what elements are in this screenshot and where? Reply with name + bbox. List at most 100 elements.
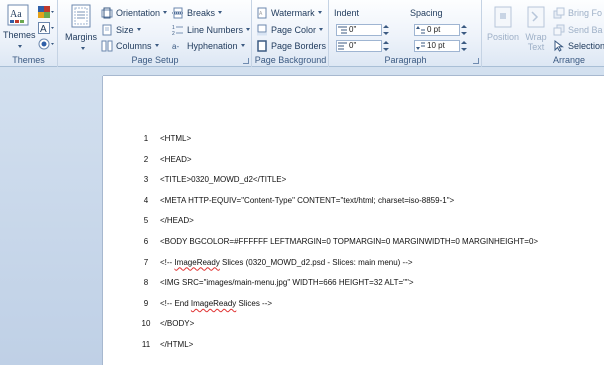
line-numbers-button[interactable]: 12 Line Numbers <box>172 22 251 37</box>
line-number: 3 <box>143 175 149 185</box>
selection-pane-label: Selection <box>568 40 604 51</box>
indent-title: Indent <box>334 8 360 18</box>
line-text: <IMG SRC="images/main-menu.jpg" WIDTH=66… <box>160 278 414 288</box>
spinner-arrows-icon[interactable] <box>460 40 468 52</box>
watermark-button[interactable]: A Watermark <box>256 5 322 20</box>
hyphenation-button[interactable]: a- Hyphenation <box>172 38 245 53</box>
document-line[interactable]: 4 <META HTTP-EQUIV="Content-Type" CONTENT… <box>103 196 593 208</box>
line-numbers-icon: 12 <box>172 25 183 36</box>
paragraph-group: Indent 0" 0" Spacing 0 pt 10 pt Paragrap… <box>330 0 482 67</box>
page-color-icon <box>257 24 267 35</box>
send-backward-icon <box>553 24 565 35</box>
document-line[interactable]: 2 <HEAD> <box>103 155 593 167</box>
indent-left-field[interactable]: 0" <box>336 24 389 36</box>
spinner-arrows-icon[interactable] <box>382 24 390 36</box>
orientation-button[interactable]: Orientation <box>101 5 168 20</box>
indent-right-field[interactable]: 0" <box>336 40 389 52</box>
line-text: <HEAD> <box>160 154 192 164</box>
line-number: 5 <box>143 216 149 226</box>
document-line[interactable]: 8 <IMG SRC="images/main-menu.jpg" WIDTH=6… <box>103 278 593 290</box>
send-backward-button[interactable]: Send Ba <box>553 22 603 37</box>
wrap-text-button[interactable]: Wrap Text <box>522 6 550 52</box>
document-line[interactable]: 10 </BODY> <box>103 319 593 331</box>
line-number: 11 <box>141 340 151 349</box>
columns-icon <box>101 40 113 51</box>
margins-button[interactable]: Margins <box>63 4 99 52</box>
spacing-before-field[interactable]: 0 pt <box>414 24 467 36</box>
themes-group-label: Themes <box>12 55 45 65</box>
line-text-segment: Slices --> <box>236 298 273 308</box>
theme-colors-icon[interactable] <box>38 6 54 18</box>
document-line[interactable]: 7 <!-- ImageReady Slices (0320_MOWD_d2.ps… <box>103 258 593 270</box>
page-setup-group: Margins Orientation Size Columns Breaks … <box>59 0 252 67</box>
spacing-after-field[interactable]: 10 pt <box>414 40 467 52</box>
line-text-segment: <!-- <box>160 257 175 267</box>
send-backward-label: Send Ba <box>568 24 603 35</box>
breaks-button[interactable]: Breaks <box>172 5 223 20</box>
bring-forward-button[interactable]: Bring Fo <box>553 5 602 20</box>
svg-text:2: 2 <box>172 31 175 36</box>
ribbon: Aa Themes A Themes Margins Orientation S… <box>0 0 604 67</box>
line-number: 10 <box>141 319 151 329</box>
line-text: <META HTTP-EQUIV="Content-Type" CONTENT=… <box>160 195 455 205</box>
line-number: 2 <box>143 154 149 164</box>
indent-right-value: 0" <box>349 41 357 50</box>
themes-button[interactable]: Aa Themes <box>3 4 36 50</box>
document-line[interactable]: 9 <!-- End ImageReady Slices --> <box>103 299 593 311</box>
paragraph-dialog-launcher-icon[interactable] <box>473 58 479 64</box>
chevron-down-icon <box>17 45 22 48</box>
document-line[interactable]: 1 <HTML> <box>103 134 593 146</box>
themes-group: Aa Themes A Themes <box>0 0 58 67</box>
page-background-group: A Watermark Page Color Page Borders Page… <box>253 0 329 67</box>
chevron-down-icon <box>240 44 245 47</box>
line-number: 1 <box>143 134 149 143</box>
page-color-button[interactable]: Page Color <box>256 22 324 37</box>
page-borders-label: Page Borders <box>271 40 327 51</box>
size-label: Size <box>116 24 134 35</box>
margins-label: Margins <box>64 32 97 42</box>
breaks-label: Breaks <box>187 7 216 18</box>
size-icon <box>102 24 112 35</box>
size-button[interactable]: Size <box>101 22 141 37</box>
line-text: </HTML> <box>160 340 194 349</box>
spinner-arrows-icon[interactable] <box>382 40 390 52</box>
selection-pane-icon <box>554 39 564 52</box>
chevron-down-icon <box>246 28 251 31</box>
page-setup-dialog-launcher-icon[interactable] <box>243 58 249 64</box>
spelling-error: ImageReady <box>174 257 220 267</box>
document-line[interactable]: 6 <BODY BGCOLOR=#FFFFFF LEFTMARGIN=0 TOPM… <box>103 237 593 249</box>
theme-fonts-icon[interactable]: A <box>38 22 54 34</box>
chevron-down-icon <box>319 28 324 31</box>
svg-text:Aa: Aa <box>10 9 22 20</box>
watermark-icon: A <box>257 7 267 18</box>
position-button[interactable]: Position <box>485 6 521 42</box>
line-text: </BODY> <box>160 319 195 329</box>
line-text: <BODY BGCOLOR=#FFFFFF LEFTMARGIN=0 TOPMA… <box>160 237 539 246</box>
bring-forward-icon <box>553 7 565 18</box>
document-line[interactable]: 11 </HTML> <box>103 340 593 352</box>
arrange-group: Position Wrap Text Bring Fo Send Ba Sele… <box>483 0 604 67</box>
watermark-label: Watermark <box>271 7 315 18</box>
arrange-group-label: Arrange <box>553 55 586 65</box>
page-borders-button[interactable]: Page Borders <box>256 38 326 53</box>
themes-button-label: Themes <box>3 30 36 40</box>
indent-right-icon <box>338 42 347 50</box>
orientation-label: Orientation <box>116 7 161 18</box>
document-line[interactable]: 5 </HEAD> <box>103 216 593 228</box>
selection-pane-button[interactable]: Selection <box>553 38 604 53</box>
spinner-arrows-icon[interactable] <box>460 24 468 36</box>
document-workspace: 1 <HTML> 2 <HEAD> 3 <TITLE>0320_MOWD_d2</TITL… <box>0 67 604 365</box>
indent-left-value: 0" <box>349 25 357 34</box>
columns-button[interactable]: Columns <box>101 38 159 53</box>
chevron-down-icon <box>218 11 223 14</box>
theme-effects-icon[interactable] <box>38 38 54 50</box>
line-number: 7 <box>143 257 149 267</box>
page-borders-icon <box>257 39 267 52</box>
chevron-down-icon <box>317 11 322 14</box>
spacing-title: Spacing <box>410 8 443 18</box>
document-line[interactable]: 3 <TITLE>0320_MOWD_d2</TITLE> <box>103 175 593 187</box>
indent-left-icon <box>338 26 347 34</box>
hyphenation-icon: a- <box>172 42 179 51</box>
hyphenation-label: Hyphenation <box>187 40 238 51</box>
document-page[interactable]: 1 <HTML> 2 <HEAD> 3 <TITLE>0320_MOWD_d2</TITL… <box>103 76 604 365</box>
